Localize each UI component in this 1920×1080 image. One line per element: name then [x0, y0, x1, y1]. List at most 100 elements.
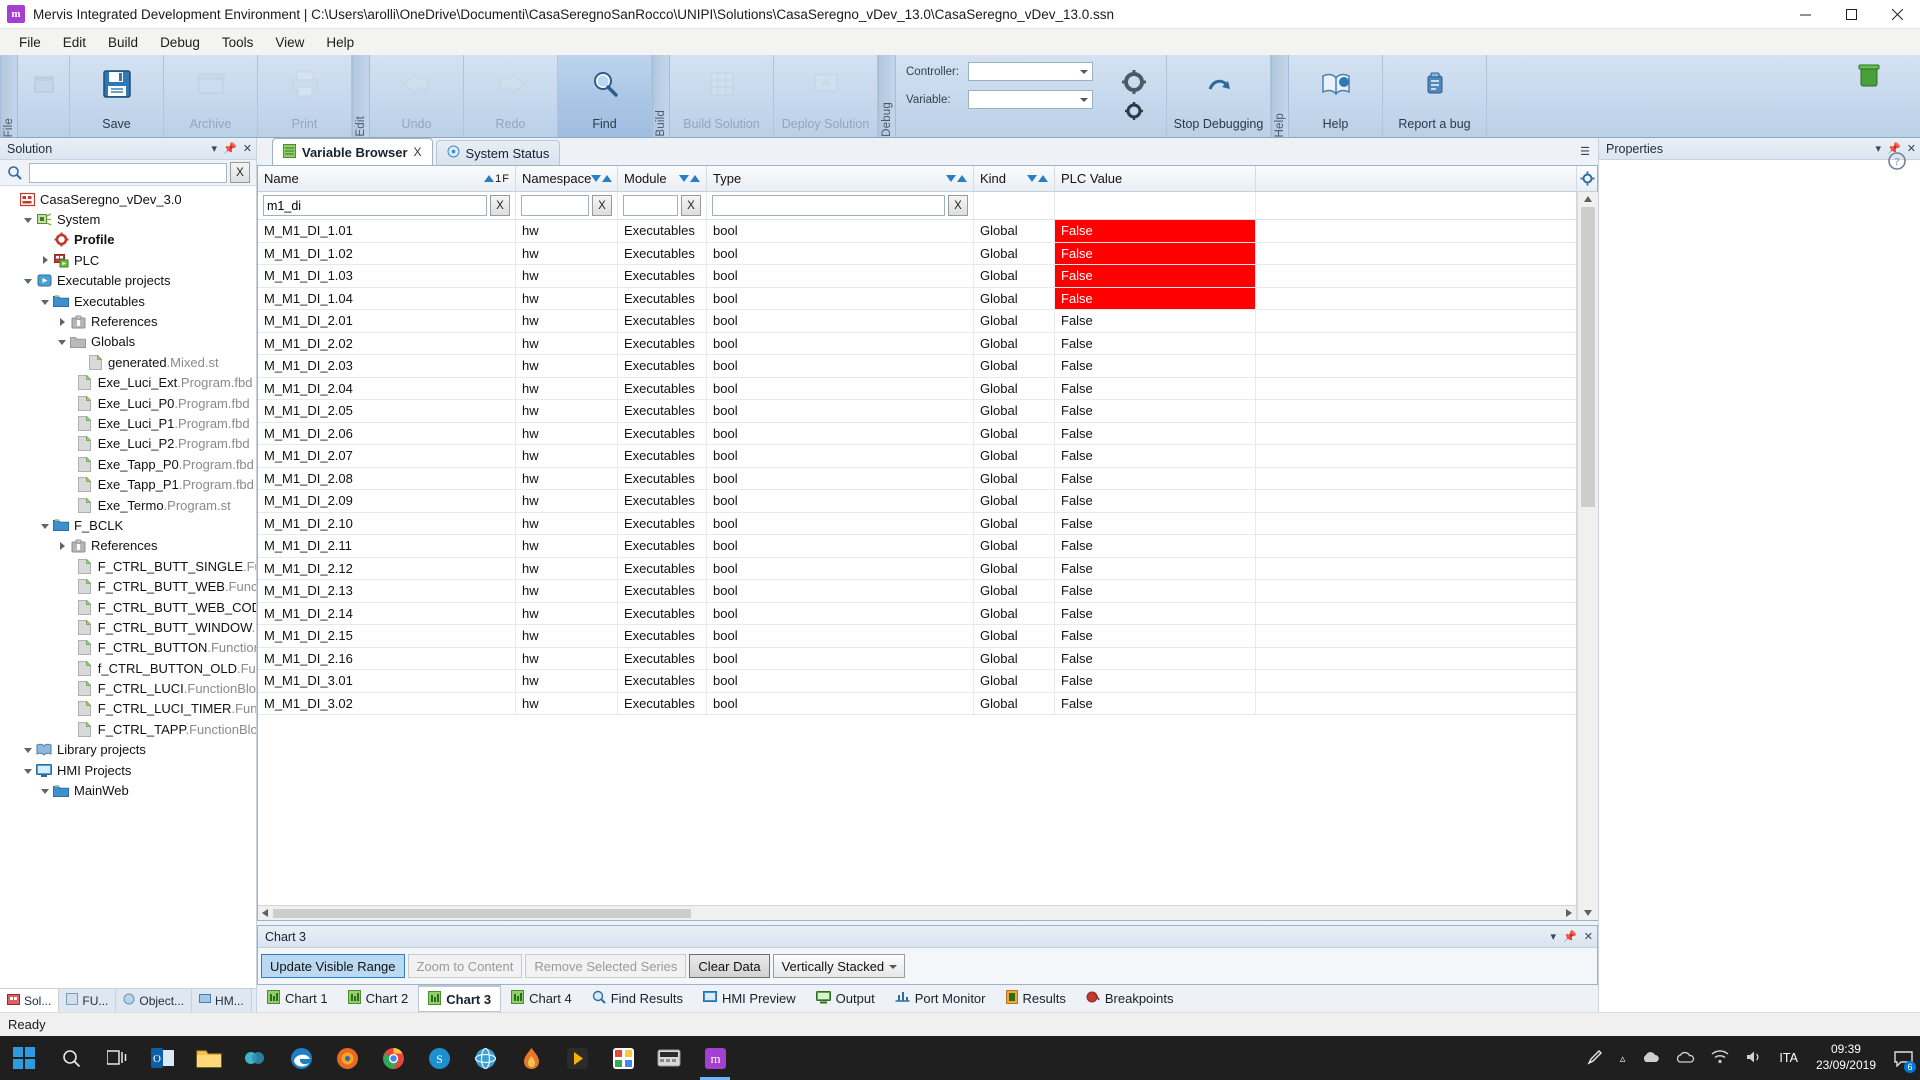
menu-item-edit[interactable]: Edit [52, 32, 97, 53]
sidebar-tab-solution[interactable]: Sol... [0, 989, 60, 1012]
pin-icon[interactable]: 📌 [1563, 930, 1577, 943]
ribbon-report-bug-button[interactable]: Report a bug [1383, 55, 1487, 137]
column-sort-control[interactable] [946, 175, 967, 182]
update-visible-range-button[interactable]: Update Visible Range [261, 954, 405, 978]
tree-item[interactable]: F_CTRL_TAPP.FunctionBloc [0, 719, 256, 739]
tree-item[interactable]: Exe_Luci_P2.Program.fbd [0, 434, 256, 454]
sort-ascending-icon[interactable] [957, 175, 967, 182]
table-row[interactable]: M_M1_DI_2.04 hw Executables bool Global False [258, 377, 1576, 400]
table-row[interactable]: M_M1_DI_1.03 hw Executables bool Global False [258, 265, 1576, 288]
windows-start-icon[interactable] [0, 1036, 48, 1080]
ribbon-undo-button[interactable]: Undo [370, 55, 464, 137]
column-sort-control[interactable] [591, 175, 613, 182]
scroll-left-icon[interactable] [258, 906, 273, 921]
tree-item[interactable]: Executable projects [0, 271, 256, 291]
table-row[interactable]: M_M1_DI_1.04 hw Executables bool Global False [258, 287, 1576, 310]
table-row[interactable]: M_M1_DI_2.15 hw Executables bool Global False [258, 625, 1576, 648]
skype-icon[interactable]: S [416, 1036, 462, 1080]
close-button[interactable] [1874, 0, 1920, 29]
bottom-tab-chart-2[interactable]: Chart 2 [338, 985, 419, 1012]
bottom-tab-hmi-preview[interactable]: HMI Preview [693, 985, 806, 1012]
network-icon[interactable] [1703, 1049, 1737, 1067]
tree-item[interactable]: Exe_Termo.Program.st [0, 495, 256, 515]
menu-item-file[interactable]: File [8, 32, 52, 53]
ribbon-save-button[interactable]: Save [70, 55, 164, 137]
maximize-button[interactable] [1828, 0, 1874, 29]
chevron-down-icon[interactable] [21, 216, 35, 224]
tree-item[interactable]: HMI Projects [0, 760, 256, 780]
grid-hscroll-track[interactable] [273, 906, 1561, 921]
bottom-tab-results[interactable]: Results [996, 985, 1076, 1012]
sidebar-tab-fu[interactable]: FU... [59, 989, 117, 1012]
info-circle-icon[interactable]: ? [1888, 152, 1906, 173]
ribbon-deploy-solution-button[interactable]: Deploy Solution [774, 55, 878, 137]
volume-icon[interactable] [1737, 1050, 1771, 1067]
chevron-down-icon[interactable] [38, 787, 52, 795]
table-row[interactable]: M_M1_DI_2.01 hw Executables bool Global False [258, 310, 1576, 333]
bottom-tab-port-monitor[interactable]: Port Monitor [885, 985, 996, 1012]
close-icon[interactable]: ✕ [1584, 930, 1593, 943]
bottom-tab-chart-4[interactable]: Chart 4 [501, 985, 582, 1012]
sort-ascending-icon[interactable] [484, 175, 495, 182]
tree-item[interactable]: CasaSeregno_vDev_3.0 [0, 189, 256, 209]
solution-search-input[interactable] [29, 162, 227, 183]
filter-clear-namespace[interactable]: X [592, 195, 612, 216]
tree-item[interactable]: f_CTRL_BUTTON_OLD.Fun [0, 658, 256, 678]
filter-input-namespace[interactable] [521, 195, 589, 216]
tree-item[interactable]: F_CTRL_BUTTON.Function [0, 638, 256, 658]
sort-ascending-icon[interactable] [602, 175, 613, 182]
tree-item[interactable]: F_CTRL_BUTT_SINGLE.Fun [0, 556, 256, 576]
zoom-to-content-button[interactable]: Zoom to Content [407, 954, 523, 978]
tree-item[interactable]: Exe_Tapp_P1.Program.fbd [0, 474, 256, 494]
edge-icon[interactable] [278, 1036, 324, 1080]
sort-descending-icon[interactable] [1027, 175, 1037, 182]
scroll-right-icon[interactable] [1561, 906, 1576, 921]
ribbon-help-button[interactable]: Help [1289, 55, 1383, 137]
menu-item-view[interactable]: View [264, 32, 315, 53]
pin-icon[interactable]: 📌 [223, 142, 237, 155]
sort-descending-icon[interactable] [679, 175, 689, 182]
grid-horizontal-scrollbar[interactable] [258, 905, 1576, 920]
table-row[interactable]: M_M1_DI_2.06 hw Executables bool Global False [258, 422, 1576, 445]
tray-expand-chevron-icon[interactable]: ▵ [1612, 1052, 1634, 1065]
ribbon-build-solution-button[interactable]: Build Solution [670, 55, 774, 137]
column-sort-control[interactable] [679, 175, 700, 182]
close-icon[interactable]: ✕ [243, 142, 252, 155]
gear-large-icon[interactable] [1119, 69, 1149, 100]
task-view-icon[interactable] [94, 1036, 140, 1080]
mail-app-icon[interactable] [232, 1036, 278, 1080]
minimize-button[interactable] [1782, 0, 1828, 29]
variable-combo[interactable] [968, 90, 1093, 109]
solution-search-clear-button[interactable]: X [230, 162, 250, 183]
sidebar-tab-object[interactable]: Object... [116, 989, 193, 1012]
filter-clear-module[interactable]: X [681, 195, 701, 216]
menu-item-tools[interactable]: Tools [211, 32, 265, 53]
language-indicator[interactable]: ITA [1771, 1051, 1806, 1065]
chevron-right-icon[interactable] [38, 256, 52, 265]
onedrive-icon[interactable] [1668, 1050, 1703, 1067]
grid-vscroll-thumb[interactable] [1581, 207, 1595, 507]
filter-input-type[interactable] [712, 195, 945, 216]
tree-item[interactable]: F_CTRL_BUTT_WINDOW.F [0, 617, 256, 637]
tree-item[interactable]: Library projects [0, 740, 256, 760]
ribbon-redo-button[interactable]: Redo [464, 55, 558, 137]
debug-gear-buttons[interactable] [1101, 55, 1167, 137]
menu-item-help[interactable]: Help [315, 32, 365, 53]
ribbon-archive-small-button[interactable] [18, 55, 70, 137]
ribbon-print-button[interactable]: Print [258, 55, 352, 137]
column-header-name[interactable]: Name 1 F [258, 166, 516, 191]
tree-item[interactable]: F_BCLK [0, 515, 256, 535]
tab-variable-browser-close[interactable]: X [414, 145, 422, 159]
calculator-icon[interactable] [646, 1036, 692, 1080]
table-row[interactable]: M_M1_DI_2.12 hw Executables bool Global False [258, 557, 1576, 580]
sort-descending-icon[interactable] [946, 175, 956, 182]
table-row[interactable]: M_M1_DI_2.10 hw Executables bool Global False [258, 512, 1576, 535]
grid-vertical-scrollbar[interactable] [1577, 192, 1598, 920]
column-sort-control[interactable] [1027, 175, 1048, 182]
mervis-taskbar-icon[interactable]: m [692, 1036, 738, 1080]
chevron-down-icon[interactable] [21, 277, 35, 285]
table-row[interactable]: M_M1_DI_1.02 hw Executables bool Global False [258, 242, 1576, 265]
tree-item[interactable]: Profile [0, 230, 256, 250]
document-tabs-menu-icon[interactable]: ☰ [1580, 145, 1598, 158]
chevron-down-icon[interactable] [21, 746, 35, 754]
